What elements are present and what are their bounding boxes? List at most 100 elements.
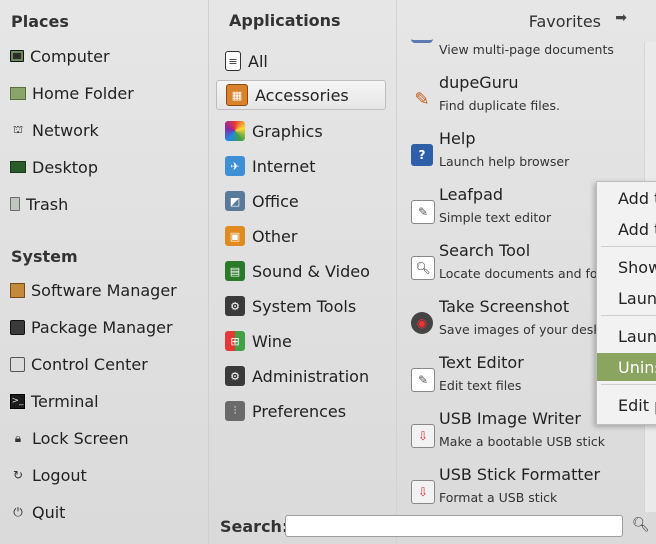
- app-name: USB Image Writer: [439, 409, 581, 428]
- system-terminal[interactable]: >_ Terminal: [10, 386, 99, 416]
- context-add-to-desktop[interactable]: Add t: [597, 215, 656, 243]
- category-label: Other: [252, 226, 298, 246]
- accessories-icon: ▦: [226, 84, 248, 106]
- system-control-center[interactable]: Control Center: [10, 349, 148, 379]
- category-graphics[interactable]: Graphics: [216, 116, 386, 146]
- app-usb-stick-formatter[interactable]: ⇩ USB Stick Formatter Format a USB stick: [411, 464, 641, 520]
- place-computer[interactable]: Computer: [10, 41, 110, 71]
- category-label: Administration: [252, 366, 370, 386]
- app-desc: Find duplicate files.: [439, 98, 560, 113]
- desktop-icon: [10, 161, 26, 173]
- preferences-icon: ⫶: [225, 401, 245, 421]
- search-icon[interactable]: 🔍︎: [632, 517, 650, 533]
- system-label: Control Center: [31, 354, 148, 374]
- app-desc: Save images of your desktop: [439, 322, 622, 337]
- category-office[interactable]: ◩ Office: [216, 186, 386, 216]
- wine-icon: ⊞: [225, 331, 245, 351]
- system-label: Terminal: [31, 391, 99, 411]
- category-other[interactable]: ▣ Other: [216, 221, 386, 251]
- app-desc: Simple text editor: [439, 210, 552, 225]
- system-label: Logout: [32, 465, 87, 485]
- app-desc: Edit text files: [439, 378, 522, 393]
- screenshot-icon: ◉: [411, 312, 433, 334]
- system-package-manager[interactable]: Package Manager: [10, 312, 173, 342]
- control-center-icon: [10, 356, 25, 372]
- category-preferences[interactable]: ⫶ Preferences: [216, 396, 386, 426]
- network-icon: ⛫: [12, 122, 24, 136]
- document-viewer-icon: [411, 30, 433, 43]
- category-accessories[interactable]: ▦ Accessories: [216, 80, 386, 110]
- app-help[interactable]: ? Help Launch help browser: [411, 128, 641, 184]
- category-system-tools[interactable]: ⚙ System Tools: [216, 291, 386, 321]
- dupeguru-icon: ✎: [414, 88, 430, 110]
- category-internet[interactable]: ✈ Internet: [216, 151, 386, 181]
- context-add-to-panel[interactable]: Add t: [597, 184, 656, 212]
- category-label: Preferences: [252, 401, 347, 421]
- context-show[interactable]: Show: [597, 253, 656, 281]
- category-administration[interactable]: ⚙ Administration: [216, 361, 386, 391]
- system-label: Lock Screen: [32, 428, 129, 448]
- places-panel: Places Computer Home Folder ⛫ Network De…: [0, 0, 209, 544]
- place-home-folder[interactable]: Home Folder: [10, 78, 134, 108]
- system-label: Software Manager: [31, 280, 177, 300]
- terminal-icon: >_: [10, 393, 25, 409]
- package-manager-icon: [10, 319, 25, 335]
- system-quit[interactable]: ⏻ Quit: [10, 497, 65, 527]
- category-all[interactable]: ≡ All: [216, 46, 386, 76]
- category-label: Wine: [252, 331, 292, 351]
- arrow-right-icon[interactable]: ➡: [615, 10, 627, 26]
- app-desc: Format a USB stick: [439, 490, 558, 505]
- app-name: Leafpad: [439, 185, 504, 204]
- system-tools-icon: ⚙: [225, 296, 245, 316]
- category-label: Accessories: [255, 85, 349, 105]
- category-sound-video[interactable]: ▤ Sound & Video: [216, 256, 386, 286]
- usb-formatter-icon: ⇩: [411, 480, 435, 504]
- app-name: USB Stick Formatter: [439, 465, 601, 484]
- power-icon: ⏻: [13, 504, 23, 519]
- sound-video-icon: ▤: [225, 261, 245, 281]
- place-trash[interactable]: Trash: [10, 189, 68, 219]
- office-icon: ◩: [225, 191, 245, 211]
- category-label: All: [248, 51, 268, 71]
- app-desc: Launch help browser: [439, 154, 570, 169]
- search-input[interactable]: [285, 515, 623, 537]
- category-label: Sound & Video: [252, 261, 370, 281]
- search-tool-icon: 🔍︎: [411, 256, 435, 280]
- context-separator: [601, 384, 656, 385]
- graphics-icon: [225, 121, 245, 141]
- context-uninstall[interactable]: Unins: [597, 353, 656, 381]
- internet-icon: ✈: [225, 156, 245, 176]
- context-separator: [601, 246, 656, 247]
- app-name: Help: [439, 129, 476, 148]
- favorites-button[interactable]: Favorites: [529, 12, 601, 31]
- administration-icon: ⚙: [225, 366, 245, 386]
- app-name: Text Editor: [439, 353, 524, 372]
- trash-icon: [10, 197, 20, 211]
- category-wine[interactable]: ⊞ Wine: [216, 326, 386, 356]
- system-software-manager[interactable]: Software Manager: [10, 275, 177, 305]
- place-label: Computer: [30, 46, 110, 66]
- app-name: dupeGuru: [439, 73, 519, 92]
- software-manager-icon: [10, 282, 25, 298]
- place-desktop[interactable]: Desktop: [10, 152, 98, 182]
- app-dupeguru[interactable]: ✎ dupeGuru Find duplicate files.: [411, 72, 641, 128]
- text-editor-icon: ✎: [411, 368, 435, 392]
- help-icon: ?: [411, 144, 433, 166]
- places-title: Places: [11, 12, 69, 31]
- app-name: Search Tool: [439, 241, 531, 260]
- other-icon: ▣: [225, 226, 245, 246]
- app-name: Take Screenshot: [439, 297, 570, 316]
- place-label: Home Folder: [32, 83, 134, 103]
- context-launch-root[interactable]: Laun: [597, 322, 656, 350]
- leafpad-icon: ✎: [411, 200, 435, 224]
- categories-panel: Applications ≡ All ▦ Accessories Graphic…: [209, 0, 395, 544]
- context-edit-properties[interactable]: Edit p: [597, 391, 656, 419]
- place-network[interactable]: ⛫ Network: [10, 115, 99, 145]
- context-menu: Add t Add t Show Laun Laun Unins Edit p: [596, 181, 656, 425]
- context-launch[interactable]: Laun: [597, 284, 656, 312]
- search-label: Search:: [220, 517, 289, 536]
- system-logout[interactable]: ↻ Logout: [10, 460, 87, 490]
- category-label: System Tools: [252, 296, 357, 316]
- system-lock-screen[interactable]: 🔒︎ Lock Screen: [10, 423, 129, 453]
- system-label: Quit: [32, 502, 66, 522]
